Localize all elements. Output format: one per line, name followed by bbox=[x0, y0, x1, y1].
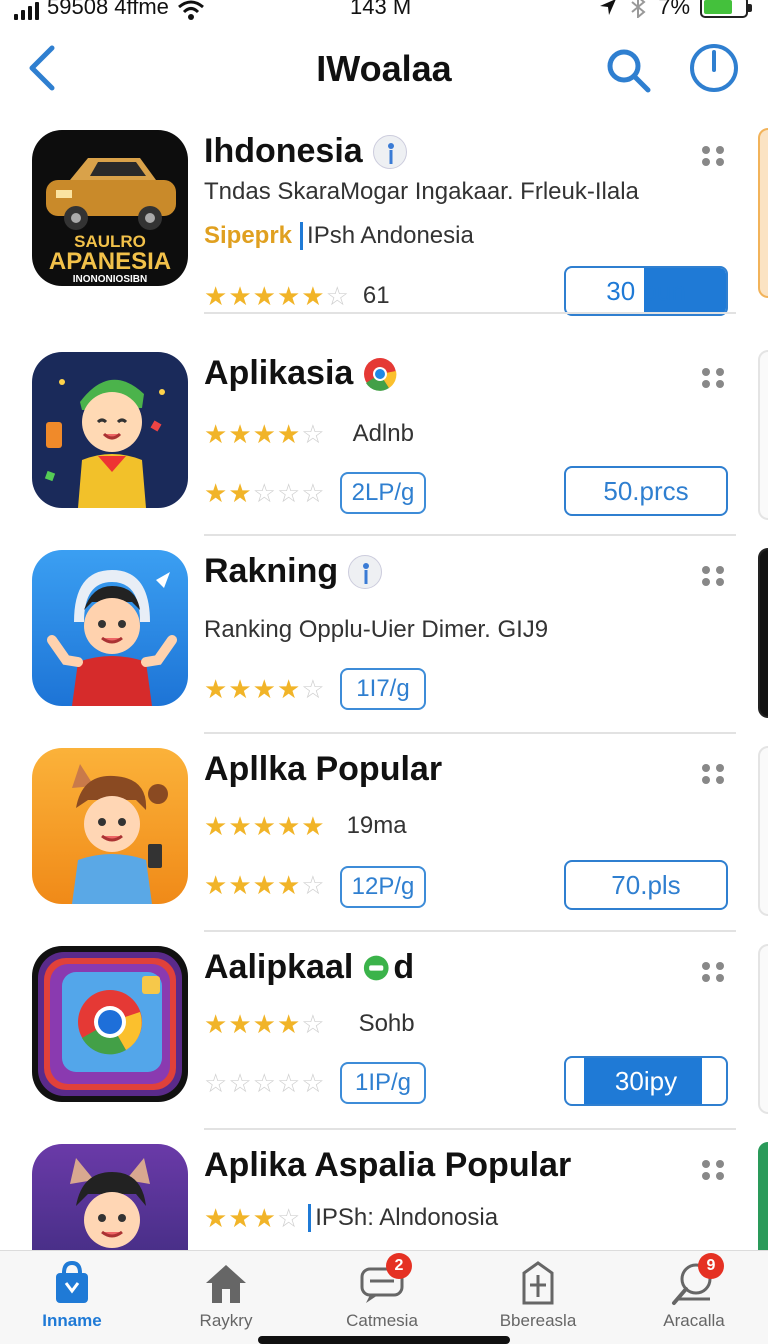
battery-icon bbox=[700, 0, 752, 18]
next-card-peek[interactable] bbox=[758, 128, 768, 298]
star-rating: ★ ★ ★ ★ ☆ bbox=[204, 674, 325, 704]
star-rating: ★ ★ ★ ★ ★ ☆ bbox=[204, 281, 349, 311]
green-badge-icon bbox=[364, 955, 389, 980]
icon-subtitle: APANESIA bbox=[48, 248, 172, 275]
app-description: Ranking Opplu-Uier Dimer. GIJ9 bbox=[204, 616, 549, 643]
carrier-label: 59508 4ffme bbox=[47, 0, 169, 19]
info-badge-icon bbox=[348, 554, 383, 589]
size-pill: 1IP/g bbox=[340, 1062, 426, 1104]
star-rating: ★ ★ ★ ☆ bbox=[204, 1203, 301, 1233]
tab-raykry[interactable]: Raykry bbox=[156, 1259, 296, 1331]
more-options-icon[interactable] bbox=[700, 566, 728, 586]
app-description: Tndas SkaraMogar Ingakaar. Frleuk-Ilala bbox=[204, 178, 639, 205]
next-card-peek[interactable] bbox=[758, 1142, 768, 1250]
power-icon[interactable] bbox=[688, 42, 740, 94]
app-icon-character[interactable] bbox=[32, 748, 188, 904]
notification-badge: 2 bbox=[386, 1253, 412, 1279]
get-button[interactable]: 50.prcs bbox=[564, 466, 728, 516]
star-rating: ★ ★ ★ ★ ☆ bbox=[204, 870, 325, 900]
home-indicator[interactable] bbox=[258, 1336, 510, 1344]
developer-label: Sipeprk bbox=[204, 222, 293, 249]
shopping-bag-icon bbox=[56, 1260, 88, 1303]
app-icon-character[interactable] bbox=[32, 1144, 188, 1250]
home-icon bbox=[206, 1265, 246, 1303]
tab-bbereasla[interactable]: Bbereasla bbox=[468, 1259, 608, 1331]
next-card-peek[interactable] bbox=[758, 548, 768, 718]
next-card-peek[interactable] bbox=[758, 350, 768, 520]
bookmark-icon bbox=[522, 1261, 554, 1305]
get-button[interactable]: 30ipy bbox=[564, 1056, 728, 1106]
app-name: Ihdonesia bbox=[204, 132, 363, 170]
app-icon-character[interactable] bbox=[32, 352, 188, 508]
more-options-icon[interactable] bbox=[700, 764, 728, 784]
list-item[interactable]: Aalipkaal d ★ ★ ★ ★ ☆ Sohb ☆ ☆ ☆ ☆ ☆ 1IP/g 30ipy bbox=[0, 934, 768, 1130]
notification-badge: 9 bbox=[698, 1253, 724, 1279]
icon-caption: INONONIOSIBN bbox=[72, 274, 148, 285]
tab-label: Bbereasla bbox=[499, 1311, 577, 1330]
tab-aracalla[interactable]: 9 Aracalla bbox=[624, 1253, 764, 1331]
wifi-icon bbox=[177, 0, 204, 20]
size-pill: 2LP/g bbox=[340, 472, 426, 514]
navigation-bar: IWoalaa bbox=[0, 30, 768, 110]
bluetooth-icon bbox=[631, 0, 646, 18]
list-item[interactable]: Apllka Popular ★ ★ ★ ★ ★ 19ma ★ ★ ★ ★ ☆ 12P/g 70… bbox=[0, 736, 768, 932]
tab-bar: Inname Raykry 2 Catmesia Bbereasla 9 Ara… bbox=[0, 1250, 768, 1344]
tab-label: Catmesia bbox=[346, 1311, 418, 1330]
app-icon-character[interactable] bbox=[32, 550, 188, 706]
tab-label: Aracalla bbox=[663, 1311, 725, 1330]
app-name: Aplika Aspalia Popular bbox=[204, 1146, 572, 1184]
list-item[interactable]: Aplikasia ★ ★ ★ ★ ☆ Adlnb ★ ★ ☆ ☆ ☆ 2LP/g 50.prc… bbox=[0, 340, 768, 536]
list-item[interactable]: Rakning Ranking Opplu-Uier Dimer. GIJ9 ★… bbox=[0, 538, 768, 734]
app-name: Aalipkaal bbox=[204, 948, 354, 986]
app-icon-chrome[interactable] bbox=[32, 946, 188, 1102]
next-card-peek[interactable] bbox=[758, 746, 768, 916]
app-subtitle: Adlnb bbox=[352, 420, 414, 447]
app-name-suffix: d bbox=[393, 948, 415, 986]
get-button[interactable]: 70.pls bbox=[564, 860, 728, 910]
app-name: Rakning bbox=[204, 552, 339, 590]
star-rating: ★ ★ ★ ★ ☆ bbox=[204, 1009, 325, 1039]
get-button[interactable]: 30 bun bbox=[564, 266, 728, 316]
region-label: IPsh Andonesia bbox=[300, 222, 474, 250]
app-icon-car[interactable]: SAULRO APANESIA INONONIOSIBN bbox=[32, 130, 188, 286]
region-label: IPSh: Alndonosia bbox=[308, 1204, 498, 1232]
more-options-icon[interactable] bbox=[700, 1160, 728, 1180]
more-options-icon[interactable] bbox=[700, 146, 728, 166]
chrome-badge-icon bbox=[364, 357, 397, 391]
star-rating: ☆ ☆ ☆ ☆ ☆ bbox=[204, 1068, 325, 1098]
next-card-peek[interactable] bbox=[758, 944, 768, 1114]
app-subtitle: 19ma bbox=[346, 812, 407, 839]
star-rating: ★ ★ ☆ ☆ ☆ bbox=[204, 478, 325, 508]
tab-inname[interactable]: Inname bbox=[2, 1259, 142, 1331]
search-icon[interactable] bbox=[604, 46, 652, 94]
rating-count: 61 bbox=[362, 282, 390, 309]
tab-label: Inname bbox=[42, 1311, 102, 1330]
star-rating: ★ ★ ★ ★ ★ bbox=[204, 811, 325, 841]
clock: 143 M bbox=[350, 0, 412, 19]
app-subtitle: Sohb bbox=[358, 1010, 415, 1037]
app-name: Aplikasia bbox=[204, 354, 354, 392]
size-pill: 12P/g bbox=[340, 866, 426, 908]
list-item[interactable]: Aplika Aspalia Popular ★ ★ ★ ☆ IPSh: Alndon… bbox=[0, 1132, 768, 1250]
more-options-icon[interactable] bbox=[700, 368, 728, 388]
tab-catmesia[interactable]: 2 Catmesia bbox=[312, 1253, 452, 1331]
more-options-icon[interactable] bbox=[700, 962, 728, 982]
battery-percent: 7% bbox=[658, 0, 690, 19]
app-name: Apllka Popular bbox=[204, 750, 443, 788]
tab-label: Raykry bbox=[199, 1311, 253, 1330]
info-badge-icon bbox=[372, 134, 407, 169]
location-icon bbox=[600, 0, 616, 15]
status-bar: 59508 4ffme 143 M 7% bbox=[0, 0, 768, 22]
star-rating: ★ ★ ★ ★ ☆ bbox=[204, 419, 325, 449]
page-title: IWoalaa bbox=[316, 48, 452, 89]
list-item[interactable]: SAULRO APANESIA INONONIOSIBN Ihdonesia T… bbox=[0, 118, 768, 316]
signal-icon bbox=[14, 2, 39, 20]
size-pill: 1I7/g bbox=[340, 668, 426, 710]
